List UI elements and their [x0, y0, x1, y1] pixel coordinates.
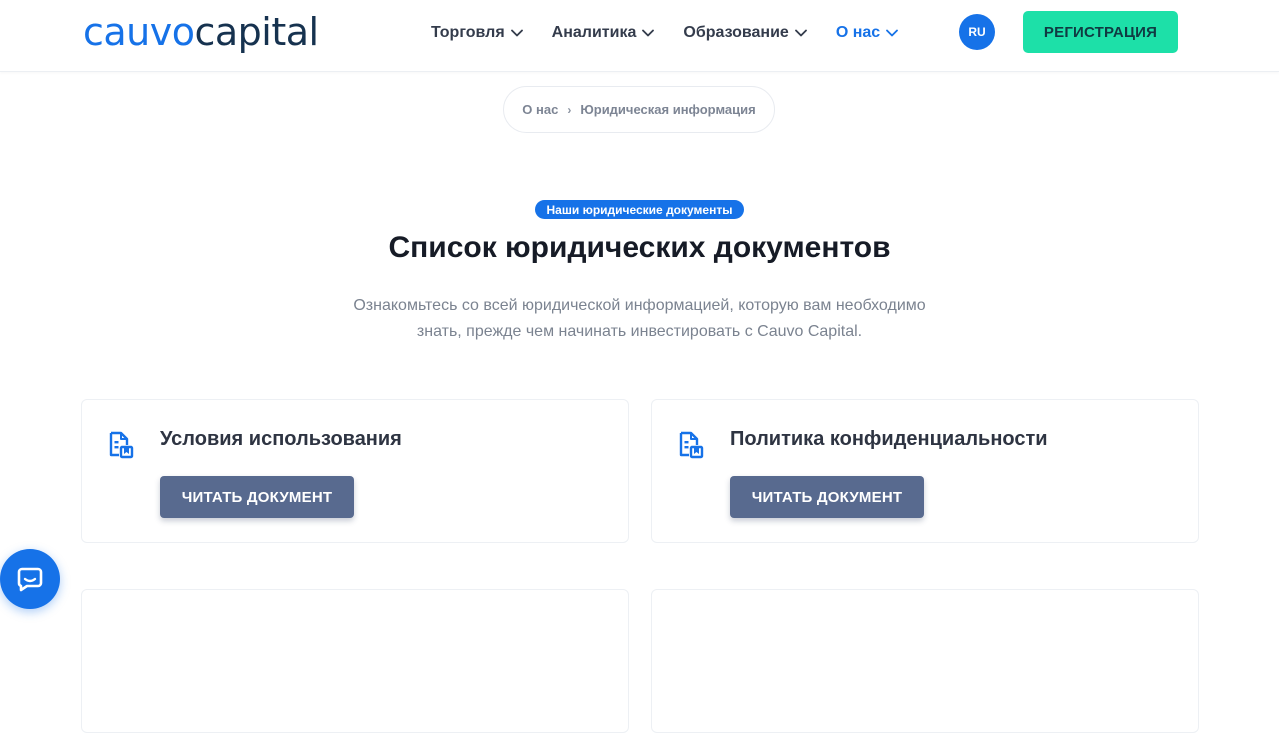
document-icon [109, 431, 134, 459]
read-document-button[interactable]: ЧИТАТЬ ДОКУМЕНТ [730, 476, 924, 518]
breadcrumb-item-about[interactable]: О нас [522, 102, 558, 117]
card-title: Политика конфиденциальности [730, 428, 1048, 450]
page-subtitle: Ознакомьтесь со всей юридической информа… [330, 293, 949, 345]
main-nav: Торговля Аналитика Образование О нас [431, 22, 927, 44]
nav-item-education[interactable]: Образование [683, 24, 807, 42]
breadcrumb-separator: › [567, 102, 572, 117]
nav-item-label: Аналитика [551, 24, 637, 41]
document-card-partial [81, 589, 629, 733]
nav-item-trading[interactable]: Торговля [431, 24, 523, 42]
read-document-button[interactable]: ЧИТАТЬ ДОКУМЕНТ [160, 476, 354, 518]
nav-item-label: Образование [683, 24, 789, 41]
subtitle-line-2: знать, прежде чем начинать инвестировать… [416, 323, 863, 340]
document-icon [679, 431, 704, 459]
language-switcher[interactable]: RU [959, 14, 995, 50]
document-card-privacy: Политика конфиденциальности ЧИТАТЬ ДОКУМ… [651, 399, 1199, 543]
nav-item-label: Торговля [431, 24, 505, 41]
breadcrumb: О нас › Юридическая информация [503, 86, 775, 133]
live-chat-button[interactable] [0, 549, 60, 609]
chevron-down-icon [794, 29, 807, 37]
site-header: cauvocapital Торговля Аналитика Образова… [0, 0, 1279, 72]
nav-item-label: О нас [835, 24, 881, 41]
section-tag-badge: Наши юридические документы [535, 200, 744, 219]
card-title: Условия использования [160, 428, 402, 450]
chevron-down-icon [886, 29, 899, 37]
document-card-terms: Условия использования ЧИТАТЬ ДОКУМЕНТ [81, 399, 629, 543]
page-title: Список юридических документов [388, 231, 891, 264]
chat-bubble-icon [17, 567, 43, 592]
nav-item-analytics[interactable]: Аналитика [552, 24, 655, 42]
cauvo-capital-logo[interactable]: cauvocapital [83, 8, 319, 56]
nav-item-about[interactable]: О нас [835, 24, 899, 42]
chevron-down-icon [510, 29, 523, 37]
breadcrumb-item-legal: Юридическая информация [580, 102, 756, 117]
document-card-partial [651, 589, 1199, 733]
register-button[interactable]: РЕГИСТРАЦИЯ [1023, 11, 1178, 53]
subtitle-line-1: Ознакомьтесь со всей юридической информа… [353, 297, 926, 314]
chevron-down-icon [642, 29, 655, 37]
